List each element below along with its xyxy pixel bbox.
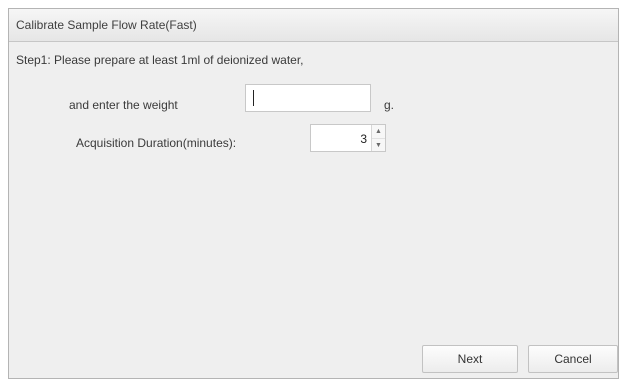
spinner-buttons: ▲ ▼ [371,125,385,151]
duration-spinner[interactable]: 3 ▲ ▼ [310,124,386,152]
weight-unit: g. [384,98,395,112]
step1-instruction: Step1: Please prepare at least 1ml of de… [16,53,304,67]
duration-value[interactable]: 3 [360,132,367,146]
weight-label: and enter the weight [69,98,178,112]
next-button[interactable]: Next [422,345,518,373]
duration-label: Acquisition Duration(minutes): [76,136,237,150]
dialog-title: Calibrate Sample Flow Rate(Fast) [16,18,197,32]
cancel-button[interactable]: Cancel [528,345,618,373]
spin-down-icon[interactable]: ▼ [372,138,385,151]
spin-up-icon[interactable]: ▲ [372,125,385,138]
weight-input[interactable] [245,84,371,112]
dialog-titlebar: Calibrate Sample Flow Rate(Fast) [9,9,618,42]
calibrate-dialog: Calibrate Sample Flow Rate(Fast) Step1: … [8,8,619,379]
text-caret [253,90,254,106]
